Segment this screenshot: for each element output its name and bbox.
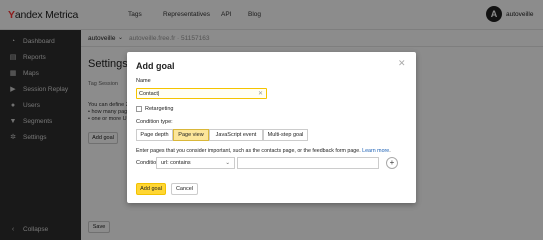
add-goal-button[interactable]: Add goal <box>136 183 166 195</box>
condition-type-page-view[interactable]: Page view <box>173 129 209 141</box>
condition-type-multi-step[interactable]: Multi-step goal <box>263 129 308 141</box>
retargeting-label: Retargeting <box>145 106 174 112</box>
hint-text: Enter pages that you consider important,… <box>136 148 361 154</box>
condition-type-javascript-event[interactable]: JavaScript event <box>209 129 263 141</box>
dialog-title: Add goal <box>136 61 175 71</box>
condition-value-input[interactable] <box>237 157 379 169</box>
goal-name-field[interactable]: ✕ <box>136 88 267 99</box>
condition-select-value: url: contains <box>161 160 191 166</box>
clear-icon[interactable]: ✕ <box>258 90 263 97</box>
plus-icon: + <box>389 158 395 167</box>
condition-hint: Enter pages that you consider important,… <box>136 148 391 154</box>
condition-select[interactable]: url: contains ⌄ <box>156 157 235 169</box>
name-label: Name <box>136 78 151 84</box>
close-icon[interactable]: ✕ <box>398 58 406 69</box>
chevron-down-icon: ⌄ <box>225 160 230 166</box>
add-condition-button[interactable]: + <box>386 157 398 169</box>
cancel-button[interactable]: Cancel <box>171 183 198 195</box>
learn-more-link[interactable]: Learn more <box>362 148 389 154</box>
condition-type-page-depth[interactable]: Page depth <box>136 129 173 141</box>
add-goal-dialog: Add goal ✕ Name ✕ Retargeting Condition … <box>127 52 416 203</box>
condition-type-label: Condition type: <box>136 119 173 125</box>
goal-name-input[interactable] <box>137 89 257 98</box>
retargeting-checkbox[interactable] <box>136 106 142 112</box>
